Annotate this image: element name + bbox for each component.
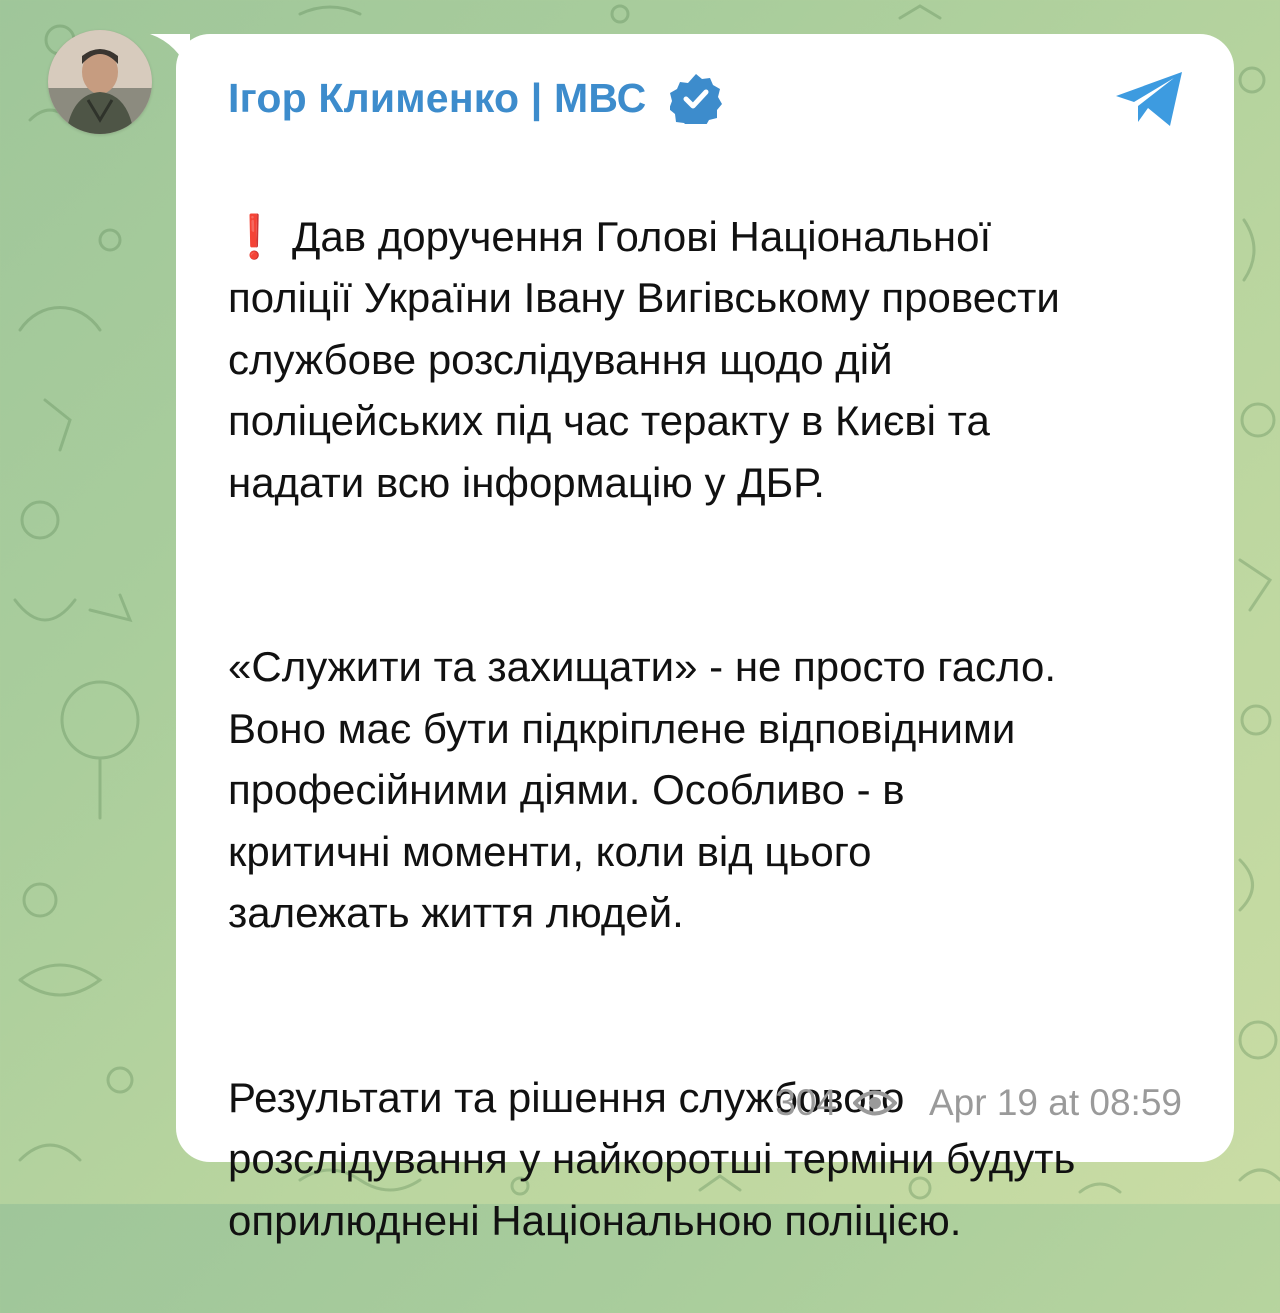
channel-name[interactable]: Ігор Клименко | МВС [228,75,646,122]
eye-icon [852,1090,897,1116]
message-bubble[interactable]: Ігор Клименко | МВС ❗️ Дав доручення Гол… [176,34,1234,1244]
message-paragraph: «Служити та захищати» - не просто гасло.… [228,643,1057,936]
message-timestamp: Apr 19 at 08:59 [928,1082,1182,1123]
verified-badge-icon [670,74,723,124]
message-paragraph: ❗️ Дав доручення Голові Національної пол… [228,212,1060,506]
avatar-portrait-icon [48,30,152,134]
view-count: 304 [775,1082,837,1123]
message-text: ❗️ Дав доручення Голові Національної пол… [228,144,1203,1313]
message-meta: 304 Apr 19 at 08:59 [775,1082,1182,1124]
message-header: Ігор Клименко | МВС [228,70,723,126]
channel-avatar[interactable] [48,30,152,134]
telegram-share-icon[interactable] [1112,68,1188,130]
